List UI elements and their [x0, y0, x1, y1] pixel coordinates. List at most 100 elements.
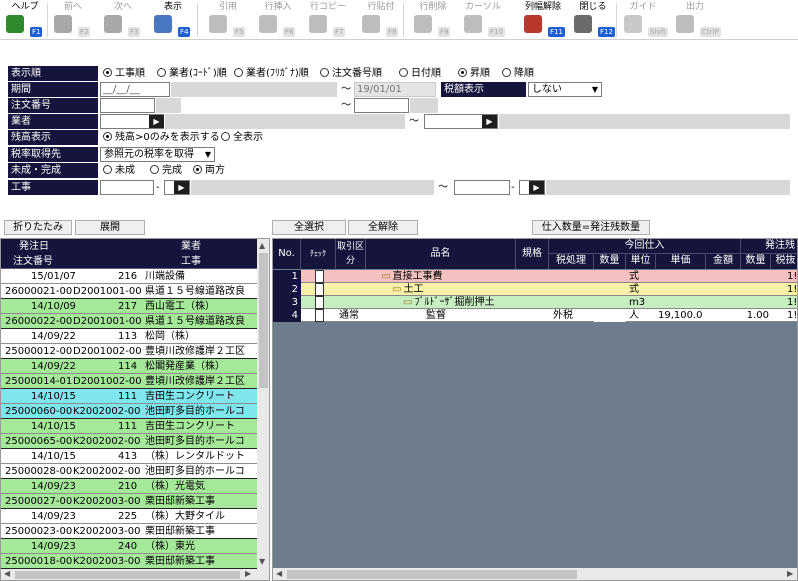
sort-option-1[interactable]: 工事順	[103, 66, 145, 81]
radio-button-icon[interactable]	[399, 68, 408, 77]
order-list-row[interactable]: 14/09/22 114 松閣発産業（株）	[1, 359, 257, 374]
order-list-row[interactable]: 15/01/07 216 川端設備	[1, 269, 257, 284]
sort-option-2[interactable]: 業者(ｺｰﾄﾞ)順	[157, 66, 227, 81]
order-list-row-detail[interactable]: 26000022-00 D2001001-00 県道１５号線道路改良	[1, 314, 257, 329]
order-list-row-detail[interactable]: 25000012-00 D2001002-00 豊頃川改修護岸２工区	[1, 344, 257, 359]
order-list-scroll-thumb[interactable]	[259, 253, 268, 388]
radio-button-icon[interactable]	[103, 132, 112, 141]
toolbar-button-1[interactable]: ヘルプ F1	[2, 0, 48, 40]
order-list-row-detail[interactable]: 25000023-00 K2002003-00 栗田邸新築工事	[1, 524, 257, 539]
toolbar-button-10[interactable]: カーソル F10	[460, 0, 506, 40]
detail-grid-hscroll-thumb[interactable]	[287, 570, 577, 579]
project-to-lookup-button[interactable]: ▶	[529, 181, 544, 194]
scroll-right-icon[interactable]: ▶	[245, 569, 251, 578]
order-list-row-detail[interactable]: 25000018-00 K2002003-00 栗田邸新築工事	[1, 554, 257, 569]
radio-button-icon[interactable]	[157, 68, 166, 77]
order-list-row-detail[interactable]: 26000021-00 D2001001-00 県道１５号線道路改良	[1, 284, 257, 299]
detail-row[interactable]: 2 ▭ 土工 式 1!	[273, 283, 797, 296]
period-to-input[interactable]: 19/01/01	[354, 82, 436, 97]
order-list-row[interactable]: 14/10/15 413 （株）レンタルドット	[1, 449, 257, 464]
row-checkbox[interactable]	[315, 309, 324, 322]
row-checkbox[interactable]	[315, 270, 324, 283]
radio-button-icon[interactable]	[234, 68, 243, 77]
radio-button-icon[interactable]	[502, 68, 511, 77]
toolbar-button-13[interactable]: ガイド Shift	[620, 0, 668, 40]
toolbar-button-7[interactable]: 行コピー F7	[305, 0, 351, 40]
scroll-left-icon[interactable]: ◀	[4, 569, 10, 578]
order-list-row-detail[interactable]: 25000060-00 K2002002-00 池田町多目的ホールコ	[1, 404, 257, 419]
order-list-row[interactable]: 14/09/22 113 松岡（株）	[1, 329, 257, 344]
radio-button-icon[interactable]	[458, 68, 467, 77]
project-to-input[interactable]	[454, 180, 510, 195]
radio-button-icon[interactable]	[221, 132, 230, 141]
status-option-2[interactable]: 完成	[150, 163, 182, 178]
period-from-input[interactable]: __/__/__	[100, 82, 170, 97]
select-all-button[interactable]: 全選択	[272, 220, 346, 235]
radio-button-icon[interactable]	[103, 165, 112, 174]
purchase-quantity-input[interactable]	[594, 309, 626, 322]
order-no-from-input[interactable]	[100, 98, 155, 113]
collapse-button[interactable]: 折りたたみ	[4, 220, 72, 235]
radio-button-icon[interactable]	[103, 68, 112, 77]
sort-option-3[interactable]: 業者(ﾌﾘｶﾞﾅ)順	[234, 66, 309, 81]
order-list-vertical-scrollbar[interactable]: ▲ ▼	[257, 239, 269, 569]
sort-option-5[interactable]: 日付順	[399, 66, 441, 81]
order-list-row[interactable]: 14/10/15 111 吉田生コンクリート	[1, 389, 257, 404]
toolbar-button-6[interactable]: 行挿入 F6	[255, 0, 301, 40]
radio-button-icon[interactable]	[193, 165, 202, 174]
order-list-row-detail[interactable]: 25000027-00 K2002003-00 栗田邸新築工事	[1, 494, 257, 509]
radio-button-icon[interactable]	[150, 165, 159, 174]
scroll-down-icon[interactable]: ▼	[259, 557, 265, 566]
vendor-to-lookup-button[interactable]: ▶	[482, 115, 497, 128]
order-list-horizontal-scrollbar[interactable]: ◀ ▶	[1, 569, 269, 580]
vendor-from-lookup-button[interactable]: ▶	[149, 115, 164, 128]
deselect-all-button[interactable]: 全解除	[348, 220, 418, 235]
expand-button[interactable]: 展開	[75, 220, 145, 235]
status-option-3[interactable]: 両方	[193, 163, 225, 178]
balance-radio-group: 残高>0のみを表示する 全表示	[103, 130, 303, 145]
order-list-hscroll-thumb[interactable]	[15, 571, 240, 579]
project-from-lookup-button[interactable]: ▶	[174, 181, 189, 194]
order-list-row-detail[interactable]: 25000028-00 K2002002-00 池田町多目的ホールコ	[1, 464, 257, 479]
status-option-label: 未成	[115, 165, 135, 176]
row-checkbox[interactable]	[315, 296, 324, 309]
toolbar-button-2[interactable]: 前へ F2	[50, 0, 96, 40]
project-name: 池田町多目的ホールコ	[145, 466, 245, 477]
radio-button-icon[interactable]	[320, 68, 329, 77]
detail-row[interactable]: 3 ▭ ﾌﾞﾙﾄﾞｰｻﾞ掘削押土 m3 1!	[273, 296, 797, 309]
detail-row[interactable]: 4 通常 監督 外税 人 19,100.0 1.00 1!	[273, 309, 797, 322]
toolbar-button-8[interactable]: 行貼付 F8	[358, 0, 404, 40]
toolbar-button-5[interactable]: 引用 F5	[205, 0, 251, 40]
detail-row[interactable]: 1 ▭ 直接工事費 式 1!	[273, 270, 797, 283]
row-checkbox[interactable]	[315, 283, 324, 296]
order-number: 25000028-00	[5, 466, 73, 477]
sort-option-4[interactable]: 注文番号順	[320, 66, 382, 81]
order-no-to-input[interactable]	[354, 98, 409, 113]
purchase-qty-equals-balance-button[interactable]: 仕入数量=発注残数量	[532, 220, 650, 235]
status-option-1[interactable]: 未成	[103, 163, 135, 178]
direction-option-2[interactable]: 降順	[502, 66, 534, 81]
order-list-row[interactable]: 14/10/09 217 西山電工（株）	[1, 299, 257, 314]
toolbar-button-3[interactable]: 次へ F3	[100, 0, 146, 40]
tax-display-select[interactable]: しない ▼	[528, 82, 602, 97]
detail-grid-horizontal-scrollbar[interactable]: ◀ ▶	[273, 568, 797, 580]
project-from-input[interactable]	[100, 180, 154, 195]
scroll-left-icon[interactable]: ◀	[276, 569, 282, 578]
direction-option-1[interactable]: 昇順	[458, 66, 490, 81]
toolbar-button-12[interactable]: 閉じる F12	[570, 0, 616, 40]
order-list-row-detail[interactable]: 25000065-00 K2002002-00 池田町多目的ホールコ	[1, 434, 257, 449]
scroll-right-icon[interactable]: ▶	[787, 569, 793, 578]
toolbar-button-11[interactable]: 列幅解除 F11	[520, 0, 566, 40]
scroll-up-icon[interactable]: ▲	[259, 241, 265, 250]
order-list-row-detail[interactable]: 25000014-01 D2001002-00 豊頃川改修護岸２工区	[1, 374, 257, 389]
tax-rate-source-select[interactable]: 参照元の税率を取得 ▼	[100, 147, 215, 162]
order-list-row[interactable]: 14/10/15 111 吉田生コンクリート	[1, 419, 257, 434]
toolbar-button-4[interactable]: 表示 F4	[150, 0, 196, 40]
order-list-row[interactable]: 14/09/23 225 （株）大野タイル	[1, 509, 257, 524]
order-list-row[interactable]: 14/09/23 210 （株）光電気	[1, 479, 257, 494]
order-list-row[interactable]: 14/09/23 240 （株）東光	[1, 539, 257, 554]
balance-option-1[interactable]: 残高>0のみを表示する	[103, 130, 220, 145]
toolbar-button-14[interactable]: 出力 CtrlP	[672, 0, 721, 40]
toolbar-button-9[interactable]: 行削除 F9	[410, 0, 456, 40]
balance-option-2[interactable]: 全表示	[221, 130, 263, 145]
